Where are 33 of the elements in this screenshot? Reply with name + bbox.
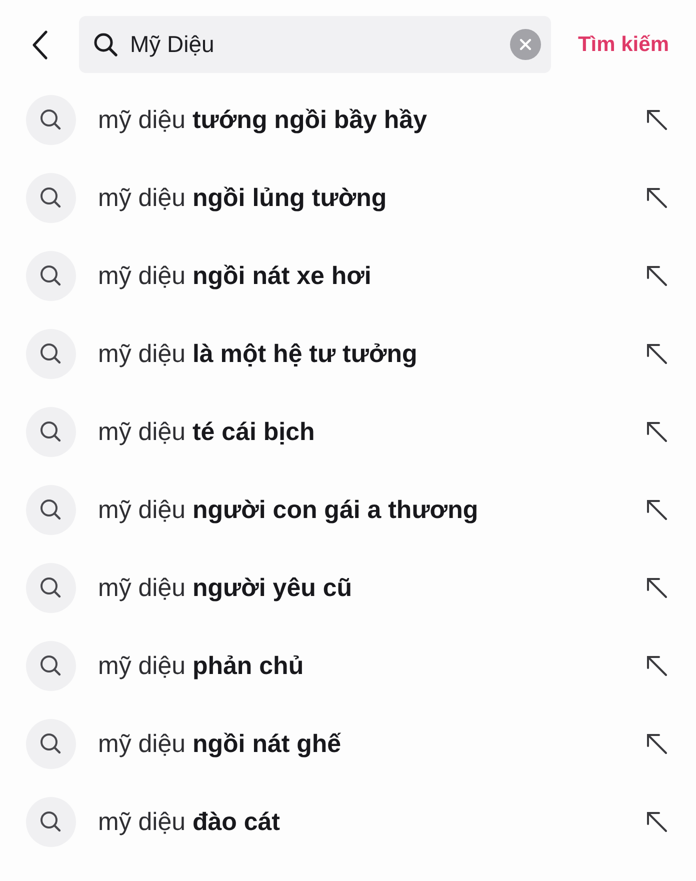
search-icon: [26, 407, 76, 457]
arrow-icon[interactable]: [646, 109, 668, 131]
arrow-icon[interactable]: [646, 577, 668, 599]
arrow-icon[interactable]: [646, 421, 668, 443]
suggestion-text[interactable]: mỹ diệu người yêu cũ: [98, 574, 634, 602]
search-icon: [93, 32, 118, 57]
suggestion-text[interactable]: mỹ diệu là một hệ tư tưởng: [98, 340, 634, 368]
arrow-icon[interactable]: [646, 811, 668, 833]
search-button[interactable]: Tìm kiếm: [578, 32, 669, 56]
suggestion-text[interactable]: mỹ diệu ngồi nát ghế: [98, 730, 634, 758]
arrow-icon[interactable]: [646, 733, 668, 755]
suggestion-text[interactable]: mỹ diệu té cái bịch: [98, 418, 634, 446]
search-icon: [26, 95, 76, 145]
suggestion-text[interactable]: mỹ diệu đào cát: [98, 808, 634, 836]
search-icon: [26, 485, 76, 535]
search-icon: [26, 173, 76, 223]
arrow-icon[interactable]: [646, 655, 668, 677]
search-field[interactable]: Mỹ Diệu: [79, 16, 551, 73]
search-icon: [26, 563, 76, 613]
arrow-icon[interactable]: [646, 499, 668, 521]
suggestion-text[interactable]: mỹ diệu ngồi lủng tường: [98, 184, 634, 212]
suggestion-text[interactable]: mỹ diệu ngồi nát xe hơi: [98, 262, 634, 290]
arrow-icon[interactable]: [646, 265, 668, 287]
search-icon: [26, 641, 76, 691]
arrow-icon[interactable]: [646, 343, 668, 365]
search-icon: [26, 719, 76, 769]
arrow-icon[interactable]: [646, 187, 668, 209]
suggestion-text[interactable]: mỹ diệu tướng ngồi bầy hầy: [98, 106, 634, 134]
suggestion-text[interactable]: mỹ diệu phản chủ: [98, 652, 634, 680]
search-icon: [26, 251, 76, 301]
suggestion-text[interactable]: mỹ diệu người con gái a thương: [98, 496, 634, 524]
search-icon: [26, 797, 76, 847]
search-icon: [26, 329, 76, 379]
